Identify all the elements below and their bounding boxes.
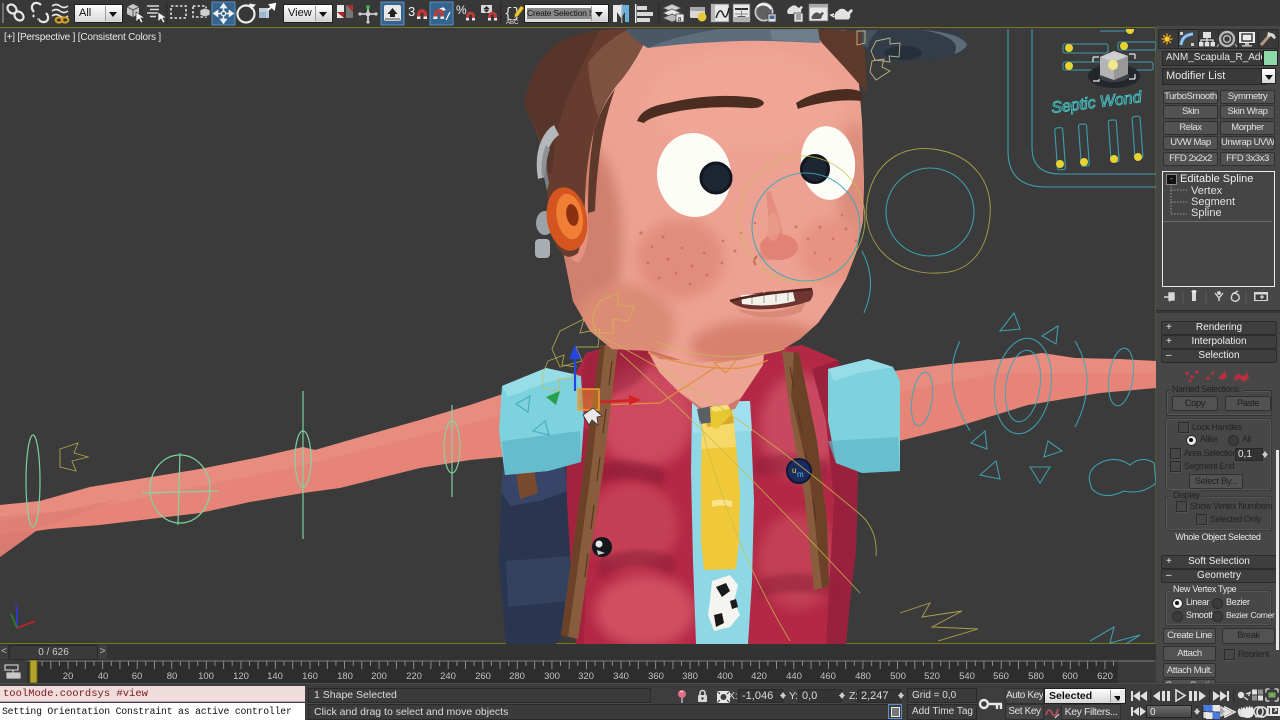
svg-text:40: 40 xyxy=(98,671,109,682)
svg-text:280: 280 xyxy=(509,671,525,682)
svg-text:440: 440 xyxy=(786,671,802,682)
svg-text:3: 3 xyxy=(408,4,415,19)
svg-text:580: 580 xyxy=(1028,671,1044,682)
svg-text:400: 400 xyxy=(717,671,733,682)
svg-text:z: z xyxy=(14,602,18,609)
svg-text:560: 560 xyxy=(993,671,1009,682)
svg-text:540: 540 xyxy=(959,671,975,682)
svg-text:60: 60 xyxy=(132,671,143,682)
svg-text:320: 320 xyxy=(578,671,594,682)
svg-text:160: 160 xyxy=(302,671,318,682)
svg-text:Septic Wond: Septic Wond xyxy=(1050,89,1143,117)
svg-text:140: 140 xyxy=(267,671,283,682)
svg-text:340: 340 xyxy=(613,671,629,682)
svg-text:300: 300 xyxy=(544,671,560,682)
svg-text:520: 520 xyxy=(924,671,940,682)
svg-text:20: 20 xyxy=(63,671,74,682)
svg-text:80: 80 xyxy=(167,671,178,682)
svg-text:460: 460 xyxy=(820,671,836,682)
svg-text:480: 480 xyxy=(855,671,871,682)
svg-text:200: 200 xyxy=(371,671,387,682)
svg-text:360: 360 xyxy=(648,671,664,682)
svg-text:%: % xyxy=(456,3,467,17)
svg-text:620: 620 xyxy=(1097,671,1113,682)
svg-text:120: 120 xyxy=(233,671,249,682)
svg-text:180: 180 xyxy=(337,671,353,682)
svg-text:ABC: ABC xyxy=(506,20,519,26)
svg-text:500: 500 xyxy=(890,671,906,682)
svg-text:600: 600 xyxy=(1062,671,1078,682)
svg-text:100: 100 xyxy=(198,671,214,682)
svg-text:420: 420 xyxy=(751,671,767,682)
svg-text:240: 240 xyxy=(440,671,456,682)
svg-text:m: m xyxy=(797,470,804,479)
svg-text:260: 260 xyxy=(475,671,491,682)
svg-text:380: 380 xyxy=(682,671,698,682)
svg-text:u: u xyxy=(792,466,796,475)
svg-text:220: 220 xyxy=(406,671,422,682)
svg-text:a: a xyxy=(678,16,682,23)
